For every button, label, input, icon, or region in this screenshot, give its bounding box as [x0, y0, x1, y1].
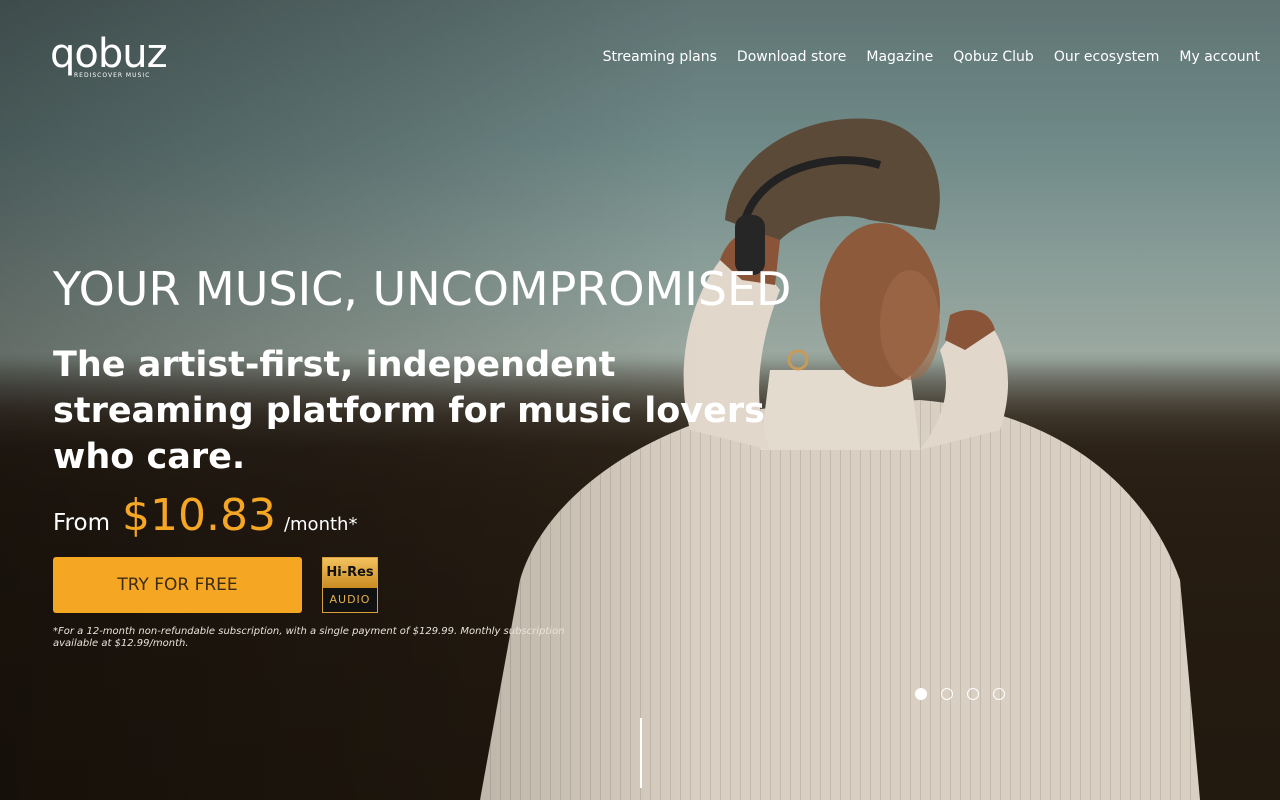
scroll-indicator: [640, 718, 642, 788]
pricing-footnote: *For a 12-month non-refundable subscript…: [53, 626, 565, 649]
nav-qobuz-club[interactable]: Qobuz Club: [953, 49, 1034, 65]
nav-download-store[interactable]: Download store: [737, 49, 846, 65]
carousel-dot-2[interactable]: [941, 688, 953, 700]
main-nav: Streaming plans Download store Magazine …: [603, 49, 1260, 65]
price-period: /month*: [283, 514, 358, 535]
nav-my-account[interactable]: My account: [1179, 49, 1260, 65]
carousel-dot-4[interactable]: [993, 688, 1005, 700]
try-for-free-button[interactable]: TRY FOR FREE: [53, 557, 302, 613]
hero-headline: YOUR MUSIC, UNCOMPROMISED: [53, 262, 792, 316]
carousel-dot-1[interactable]: [915, 688, 927, 700]
hi-res-audio-badge: Hi-Res AUDIO: [322, 557, 378, 613]
badge-bottom-text: AUDIO: [329, 593, 371, 606]
logo-tagline: REDISCOVER MUSIC: [74, 72, 151, 79]
carousel-dot-3[interactable]: [967, 688, 979, 700]
nav-magazine[interactable]: Magazine: [866, 49, 933, 65]
qobuz-logo[interactable]: qobuz REDISCOVER MUSIC: [50, 31, 168, 79]
logo-wordmark: qobuz: [50, 31, 168, 77]
badge-top-text: Hi-Res: [323, 558, 377, 588]
price-row: From $10.83 /month*: [53, 490, 357, 541]
nav-streaming-plans[interactable]: Streaming plans: [603, 49, 717, 65]
nav-our-ecosystem[interactable]: Our ecosystem: [1054, 49, 1160, 65]
price-value: $10.83: [121, 490, 276, 541]
price-prefix: From: [53, 510, 110, 536]
carousel-dots: [915, 688, 1005, 700]
hero-subheadline: The artist-first, independent streaming …: [53, 345, 765, 477]
